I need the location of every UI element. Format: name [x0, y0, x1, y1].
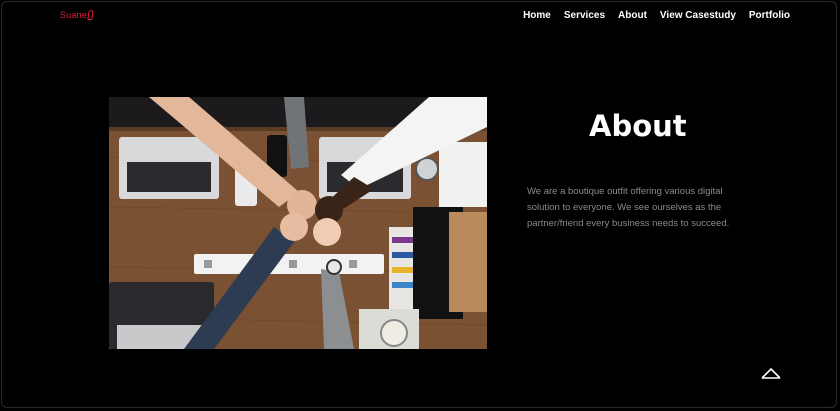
brand-logo[interactable]: Suane — [60, 10, 94, 20]
nav-home[interactable]: Home — [523, 10, 551, 21]
logo-text: Suane — [60, 10, 88, 20]
scroll-to-top-button[interactable] — [760, 365, 782, 381]
nav-about[interactable]: About — [618, 10, 647, 21]
nav-view-casestudy[interactable]: View Casestudy — [660, 10, 736, 21]
logo-mark-icon — [87, 10, 94, 20]
about-title: About — [589, 109, 687, 143]
chevron-up-icon — [761, 367, 781, 379]
about-description: We are a boutique outfit offering variou… — [527, 186, 730, 229]
nav-portfolio[interactable]: Portfolio — [749, 10, 790, 21]
about-team-photo — [109, 97, 487, 349]
main-nav: Home Services About View Casestudy Portf… — [523, 10, 790, 21]
nav-services[interactable]: Services — [564, 10, 605, 21]
